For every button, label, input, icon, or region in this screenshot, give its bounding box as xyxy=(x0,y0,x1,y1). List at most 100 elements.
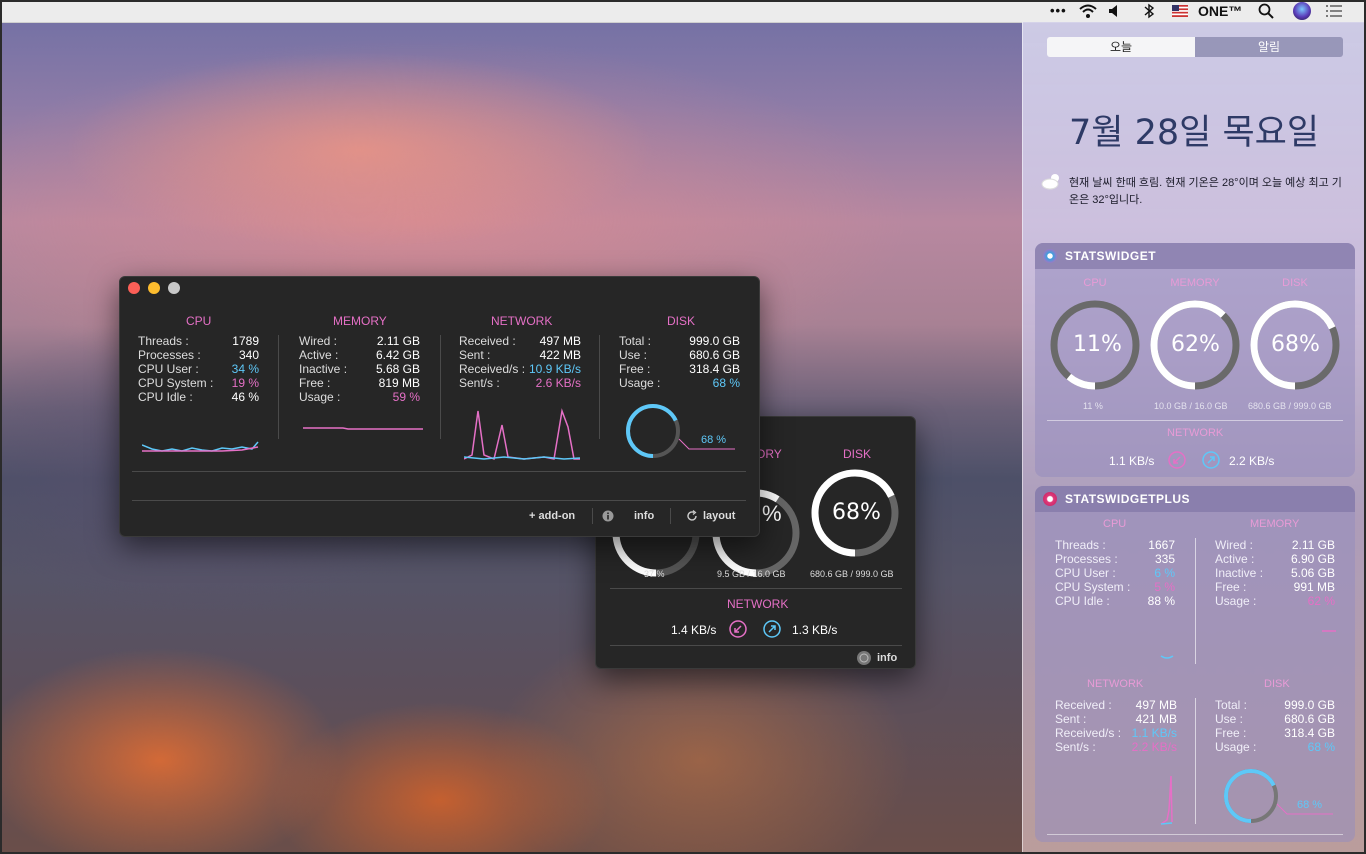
stat-label: CPU Idle : xyxy=(1055,594,1110,608)
layout-button[interactable]: layout xyxy=(686,510,735,522)
cpu-pct: 11% xyxy=(1073,332,1122,357)
disk-gauge xyxy=(626,404,735,458)
network-label: NETWORK xyxy=(1167,427,1224,439)
refresh-icon xyxy=(687,510,697,521)
network-title: NETWORK xyxy=(491,314,553,328)
disk-gauge-label: 68 % xyxy=(1297,799,1323,811)
input-source[interactable]: ONE™ xyxy=(1198,3,1242,19)
add-on-label: + add-on xyxy=(529,510,576,522)
stat-value: 62 % xyxy=(1307,594,1335,608)
tab-today[interactable]: 오늘 xyxy=(1047,37,1195,57)
stat-label: Free : xyxy=(299,376,331,390)
disk-sub: 680.6 GB / 999.0 GB xyxy=(1248,401,1332,411)
bluetooth-icon[interactable] xyxy=(1143,3,1155,19)
memory-sub: 10.0 GB / 16.0 GB xyxy=(1154,401,1228,411)
more-icon[interactable]: ••• xyxy=(1050,3,1067,19)
stat-label: Total : xyxy=(1215,698,1248,712)
minimize-button[interactable] xyxy=(148,282,160,294)
stat-value: 340 xyxy=(238,348,259,362)
stat-label: Received/s : xyxy=(1055,726,1122,740)
list-icon[interactable] xyxy=(1325,3,1343,19)
stat-row: CPU Idle : 46 % xyxy=(138,390,259,404)
stat-value: 999.0 GB xyxy=(689,334,740,348)
stat-label: Inactive : xyxy=(1215,566,1264,580)
info-icon xyxy=(602,510,614,522)
stat-row: Received : 497 MB xyxy=(459,334,581,348)
cloud-sun-icon xyxy=(1041,174,1059,190)
stat-value: 991 MB xyxy=(1293,580,1335,594)
stat-row: Free : 318.4 GB xyxy=(619,362,740,376)
disk-gauge-label: 68 % xyxy=(701,434,727,446)
disk-pct: 68% xyxy=(1271,332,1320,357)
stat-value: 335 xyxy=(1154,552,1175,566)
stat-label: Wired : xyxy=(299,334,338,348)
stat-row: Usage : 59 % xyxy=(299,390,420,404)
divider xyxy=(132,500,746,501)
stat-value: 497 MB xyxy=(539,334,581,348)
info-button[interactable]: info xyxy=(856,650,897,666)
info-button[interactable]: info xyxy=(602,510,654,522)
stat-label: CPU User : xyxy=(138,362,199,376)
stat-row: Inactive : 5.68 GB xyxy=(299,362,420,376)
nc-tabs: 오늘 알림 xyxy=(1047,37,1343,57)
stat-label: Received : xyxy=(1055,698,1112,712)
siri-icon[interactable] xyxy=(1293,2,1311,20)
memory-stats: Wired : 2.11 GB Active : 6.42 GB Inactive : 5… xyxy=(299,334,420,404)
tab-notifications[interactable]: 알림 xyxy=(1195,37,1343,57)
stat-row: Free : 819 MB xyxy=(299,376,420,390)
cpu-graph xyxy=(142,441,259,452)
disk-label: DISK xyxy=(1282,277,1308,289)
stat-value: 68 % xyxy=(712,376,740,390)
memory-gauge-partial-text: % xyxy=(762,501,782,526)
stat-row: Sent/s : 2.6 KB/s xyxy=(459,376,581,390)
stat-row: Free : 318.4 GB xyxy=(1215,726,1335,740)
volume-icon[interactable] xyxy=(1108,3,1122,19)
statswidget: STATSWIDGET CPU MEMORY DISK 11% 62% 68% … xyxy=(1035,243,1355,477)
divider xyxy=(1195,538,1196,664)
stat-label: Processes : xyxy=(1055,552,1118,566)
stat-label: Use : xyxy=(619,348,648,362)
stat-row: Active : 6.90 GB xyxy=(1215,552,1335,566)
close-button[interactable] xyxy=(128,282,140,294)
memory-graph xyxy=(1322,630,1336,632)
memory-sub: 9.5 GB / 16.0 GB xyxy=(717,569,786,579)
network-title: NETWORK xyxy=(1087,678,1144,690)
network-stats: Received :497 MB Sent :422 MB Received/s :… xyxy=(459,334,581,390)
stat-value: 68 % xyxy=(1307,740,1335,754)
divider xyxy=(278,335,279,439)
stat-value: 2.11 GB xyxy=(376,334,420,348)
stat-label: Active : xyxy=(299,348,339,362)
stat-value: 59 % xyxy=(392,390,420,404)
stat-value: 1.1 KB/s xyxy=(1131,726,1177,740)
stat-row: CPU System : 19 % xyxy=(138,376,259,390)
stat-row: Processes : 335 xyxy=(1055,552,1175,566)
download-icon xyxy=(1168,451,1186,469)
wifi-icon[interactable] xyxy=(1078,3,1098,19)
divider xyxy=(1047,834,1343,835)
stat-value: 2.2 KB/s xyxy=(1131,740,1177,754)
search-icon[interactable] xyxy=(1258,3,1274,19)
add-on-button[interactable]: + add-on xyxy=(529,510,575,522)
stats-window-main[interactable]: CPU MEMORY NETWORK DISK Threads :1789 Pro… xyxy=(119,276,760,537)
cpu-sub: 37 % xyxy=(644,569,665,579)
stat-row: CPU System : 5 % xyxy=(1055,580,1175,594)
memory-gauge: MEMORY xyxy=(1147,277,1243,289)
globe-icon xyxy=(857,651,871,665)
zoom-button[interactable] xyxy=(168,282,180,294)
stat-value: 46 % xyxy=(231,390,259,404)
disk-title: DISK xyxy=(1264,678,1290,690)
stat-label: Usage : xyxy=(299,390,341,404)
stat-label: Threads : xyxy=(1055,538,1106,552)
stat-label: Received/s : xyxy=(459,362,526,376)
cpu-stats: Threads : 1789 Processes : 340 CPU User : 34 … xyxy=(138,334,259,404)
divider xyxy=(599,335,600,439)
widget-header: STATSWIDGET xyxy=(1035,243,1355,269)
stat-value: 2.6 KB/s xyxy=(535,376,581,390)
stat-label: Wired : xyxy=(1215,538,1254,552)
widget-title: STATSWIDGETPLUS xyxy=(1065,492,1191,506)
notification-center: 오늘 알림 7월 28일 목요일 현재 날씨 한때 흐림. 현재 기온은 28°… xyxy=(1022,22,1366,854)
stat-row: Inactive : 5.06 GB xyxy=(1215,566,1335,580)
stat-label: CPU Idle : xyxy=(138,390,193,404)
download-icon xyxy=(729,620,747,638)
flag-icon[interactable] xyxy=(1172,3,1188,19)
